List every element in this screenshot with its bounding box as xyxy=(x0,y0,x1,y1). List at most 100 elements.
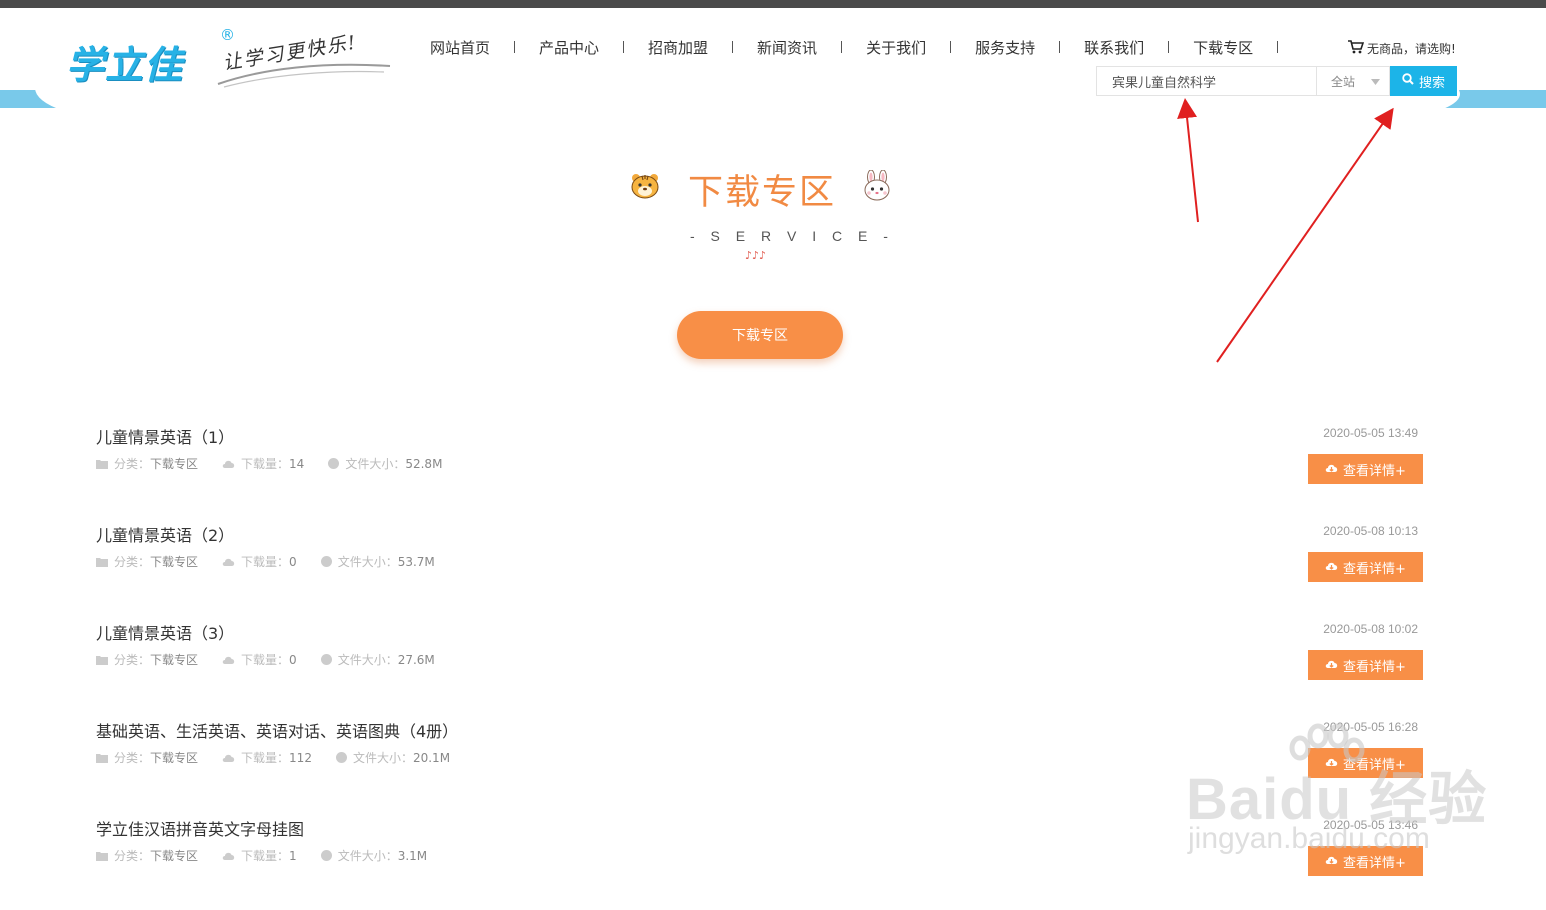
nav-item-support[interactable]: 服务支持 xyxy=(975,37,1035,58)
downloads-category-button[interactable]: 下载专区 xyxy=(677,311,843,359)
search-input[interactable] xyxy=(1096,66,1316,96)
item-title[interactable]: 儿童情景英语（1） xyxy=(96,424,234,448)
downloads-label: 下载量： xyxy=(241,751,290,765)
view-details-label: 查看详情+ xyxy=(1343,561,1406,577)
nav-divider xyxy=(1277,41,1279,53)
search-button-label: 搜索 xyxy=(1418,75,1445,91)
nav-divider xyxy=(1168,41,1170,53)
search-icon xyxy=(1402,73,1414,89)
list-item: 儿童情景英语（1） 分类： 下载专区 下载量： 14 文件大小： 52.8M 2020… xyxy=(96,420,1426,518)
folder-icon xyxy=(96,557,108,567)
nav-divider xyxy=(623,41,625,53)
logo-text: 学立佳 xyxy=(66,43,184,87)
nav-divider xyxy=(950,41,952,53)
size-label: 文件大小： xyxy=(345,457,406,471)
nav-item-products[interactable]: 产品中心 xyxy=(539,37,599,58)
cloud-download-icon xyxy=(1325,756,1338,771)
downloads-value: 0 xyxy=(289,554,297,569)
search-bar: 全站 搜索 xyxy=(1096,66,1457,96)
item-title[interactable]: 儿童情景英语（2） xyxy=(96,522,234,546)
cart-link[interactable]: 无商品，请选购! xyxy=(1348,40,1456,57)
cloud-download-icon xyxy=(1325,462,1338,477)
size-label: 文件大小： xyxy=(352,751,413,765)
view-details-label: 查看详情+ xyxy=(1343,659,1406,675)
bunny-face-icon xyxy=(862,169,892,206)
category-value: 下载专区 xyxy=(150,849,199,863)
view-details-button[interactable]: 查看详情+ xyxy=(1308,748,1423,778)
cloud-download-icon xyxy=(222,557,235,567)
nav-item-downloads[interactable]: 下载专区 xyxy=(1193,37,1253,58)
folder-icon xyxy=(96,655,108,665)
main-nav: 网站首页 产品中心 招商加盟 新闻资讯 关于我们 服务支持 联系我们 下载专区 xyxy=(430,36,1302,58)
size-value: 52.8M xyxy=(405,456,443,471)
downloads-label: 下载量： xyxy=(241,849,290,863)
view-details-button[interactable]: 查看详情+ xyxy=(1308,846,1423,876)
downloads-value: 1 xyxy=(289,848,297,863)
site-header: 学立佳 ® 让学习更快乐! 网站首页 产品中心 招商加盟 新闻资讯 关于我们 服… xyxy=(0,8,1546,148)
search-scope-value: 全站 xyxy=(1331,74,1356,89)
tiger-face-icon xyxy=(630,172,660,204)
item-title[interactable]: 儿童情景英语（3） xyxy=(96,620,234,644)
item-title[interactable]: 学立佳汉语拼音英文字母挂图 xyxy=(96,816,304,840)
nav-divider xyxy=(841,41,843,53)
chevron-down-icon xyxy=(1371,74,1381,88)
section-heading: 下载专区 xyxy=(0,160,1546,220)
view-details-button[interactable]: 查看详情+ xyxy=(1308,552,1423,582)
cloud-download-icon xyxy=(222,459,235,469)
cart-icon xyxy=(1348,40,1365,57)
nav-divider xyxy=(1059,41,1061,53)
nav-divider xyxy=(732,41,734,53)
downloads-value: 14 xyxy=(289,456,305,471)
search-button[interactable]: 搜索 xyxy=(1390,66,1457,96)
size-value: 53.7M xyxy=(397,554,435,569)
view-details-button[interactable]: 查看详情+ xyxy=(1308,454,1423,484)
folder-icon xyxy=(96,459,108,469)
category-label: 分类： xyxy=(114,653,151,667)
file-size-icon xyxy=(335,752,347,763)
downloads-value: 0 xyxy=(289,652,297,667)
page-title: 下载专区 xyxy=(688,173,837,213)
folder-icon xyxy=(96,851,108,861)
section-subtitle: - S E R V I C E - xyxy=(690,228,894,244)
file-size-icon xyxy=(320,654,332,665)
item-meta: 分类： 下载专区 下载量： 0 文件大小： 27.6M xyxy=(96,651,459,668)
music-notes-decoration: ♪♪♪ xyxy=(745,249,767,262)
category-value: 下载专区 xyxy=(150,751,199,765)
search-scope-select[interactable]: 全站 xyxy=(1316,66,1390,96)
category-label: 分类： xyxy=(114,555,151,569)
category-value: 下载专区 xyxy=(150,653,199,667)
nav-divider xyxy=(514,41,516,53)
size-label: 文件大小： xyxy=(337,653,398,667)
arrow-to-search-button xyxy=(1216,107,1394,363)
nav-item-franchise[interactable]: 招商加盟 xyxy=(648,37,708,58)
list-item: 儿童情景英语（3） 分类： 下载专区 下载量： 0 文件大小： 27.6M 2020-… xyxy=(96,616,1426,714)
item-date: 2020-05-05 13:49 xyxy=(1323,426,1418,440)
item-date: 2020-05-08 10:02 xyxy=(1323,622,1418,636)
list-item: 基础英语、生活英语、英语对话、英语图典（4册） 分类： 下载专区 下载量： 112 … xyxy=(96,714,1426,812)
size-value: 27.6M xyxy=(397,652,435,667)
nav-item-home[interactable]: 网站首页 xyxy=(430,37,490,58)
view-details-label: 查看详情+ xyxy=(1343,463,1406,479)
download-list: 儿童情景英语（1） 分类： 下载专区 下载量： 14 文件大小： 52.8M 2020… xyxy=(96,420,1426,910)
site-logo[interactable]: 学立佳 ® 让学习更快乐! xyxy=(64,26,394,88)
nav-item-news[interactable]: 新闻资讯 xyxy=(757,37,817,58)
registered-mark: ® xyxy=(220,26,235,44)
file-size-icon xyxy=(320,850,332,861)
item-title[interactable]: 基础英语、生活英语、英语对话、英语图典（4册） xyxy=(96,718,458,742)
logo-swoosh xyxy=(217,63,391,88)
nav-item-about[interactable]: 关于我们 xyxy=(866,37,926,58)
cart-text: 无商品，请选购! xyxy=(1367,42,1456,56)
category-value: 下载专区 xyxy=(150,457,199,471)
list-item: 学立佳汉语拼音英文字母挂图 分类： 下载专区 下载量： 1 文件大小： 3.1M 20… xyxy=(96,812,1426,910)
item-meta: 分类： 下载专区 下载量： 14 文件大小： 52.8M xyxy=(96,455,466,472)
file-size-icon xyxy=(320,556,332,567)
item-meta: 分类： 下载专区 下载量： 1 文件大小： 3.1M xyxy=(96,847,451,864)
list-item: 儿童情景英语（2） 分类： 下载专区 下载量： 0 文件大小： 53.7M 2020-… xyxy=(96,518,1426,616)
cloud-download-icon xyxy=(222,655,235,665)
nav-item-contact[interactable]: 联系我们 xyxy=(1084,37,1144,58)
view-details-button[interactable]: 查看详情+ xyxy=(1308,650,1423,680)
item-date: 2020-05-08 10:13 xyxy=(1323,524,1418,538)
size-value: 20.1M xyxy=(412,750,451,765)
folder-icon xyxy=(96,753,108,763)
downloads-value: 112 xyxy=(289,750,312,765)
